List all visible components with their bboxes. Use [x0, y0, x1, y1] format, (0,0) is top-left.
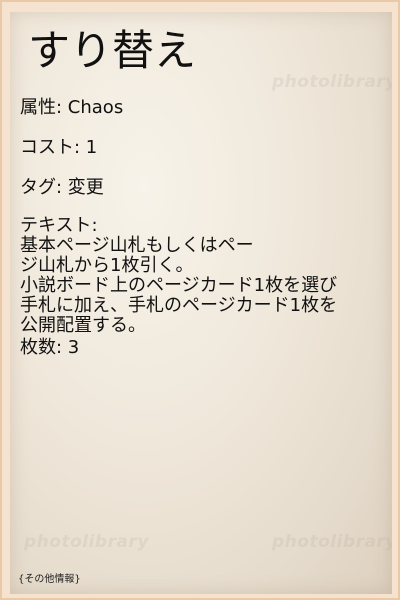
tag-value: 変更 [67, 177, 104, 198]
watermark: photolibrary [272, 72, 392, 92]
text-line-1-content: 基本ページ山札もしくはペー [20, 235, 254, 256]
tag-label: タグ [20, 177, 68, 198]
text-line-2: ジ山札から1枚引く。 [20, 255, 194, 276]
card-frame: photolibrary photolibrary photolibrary す… [0, 0, 400, 600]
footer-info: {その他情報} [18, 574, 81, 585]
text-line-3: 小説ボード上のページカード1枚を選び [20, 275, 338, 296]
count-label: 枚数 [20, 337, 68, 358]
watermark: photolibrary [272, 532, 392, 552]
watermark: photolibrary [24, 532, 149, 552]
text-field: テキスト基本ページ山札もしくはペー ジ山札から1枚引く。 小説ボード上のページカ… [20, 216, 380, 336]
cost-field: コスト1 [20, 137, 380, 158]
tag-field: タグ変更 [20, 177, 380, 198]
text-label: テキスト [20, 216, 380, 236]
cost-value: 1 [85, 137, 98, 158]
count-field: 枚数3 [20, 337, 380, 358]
attribute-value: Chaos [67, 97, 124, 118]
card-title: すり替え [28, 26, 197, 75]
count-value: 3 [67, 337, 80, 358]
attribute-label: 属性 [20, 97, 68, 118]
cost-label: コスト [20, 137, 86, 158]
card: photolibrary photolibrary photolibrary す… [10, 12, 392, 594]
text-line-5: 公開配置する。 [20, 315, 146, 336]
attribute-field: 属性Chaos [20, 97, 380, 118]
text-line-1: テキスト基本ページ山札もしくはペー [20, 216, 380, 256]
text-line-4: 手札に加え、手札のページカード1枚を [20, 295, 338, 316]
